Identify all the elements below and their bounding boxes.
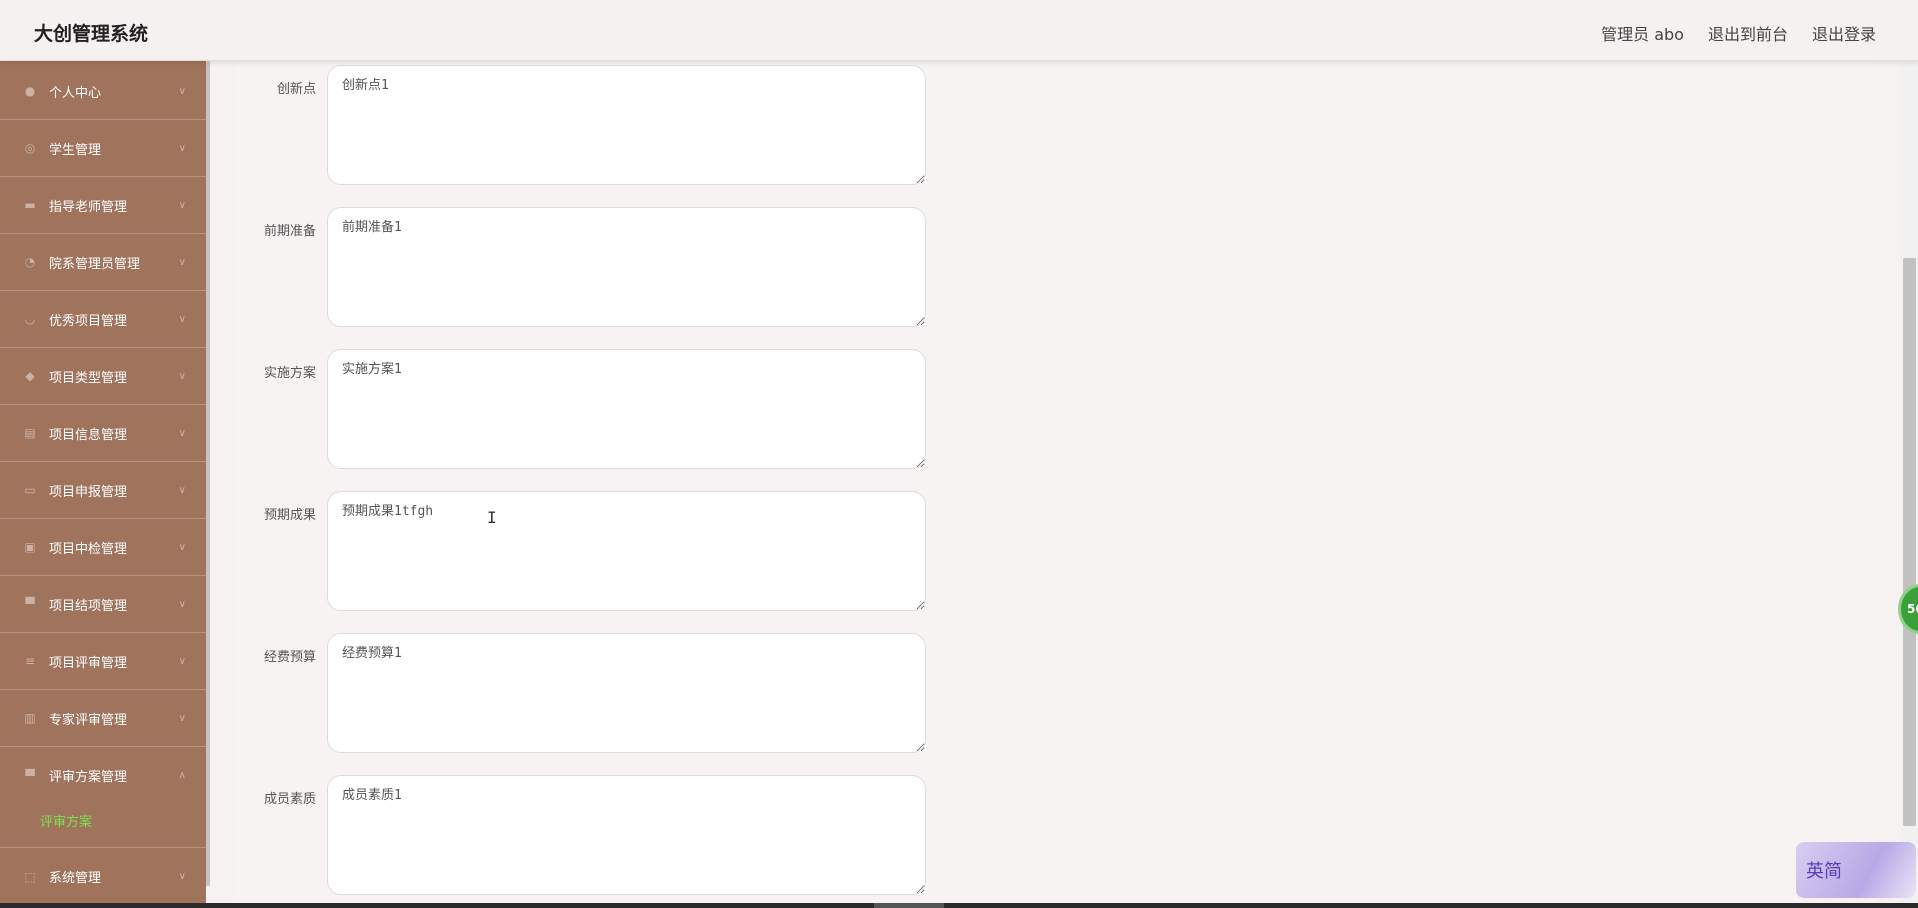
sidebar-item-label: 个人中心 xyxy=(49,85,102,101)
sidebar-item-project-types[interactable]: ◆ 项目类型管理 ∨ xyxy=(0,348,206,405)
briefcase-icon: ▣ xyxy=(24,540,36,554)
clipboard-icon: ▤ xyxy=(24,426,36,440)
chevron-down-icon: ∨ xyxy=(178,85,186,97)
sidebar-item-label: 项目评审管理 xyxy=(49,655,128,671)
field-label: 前期准备 xyxy=(263,224,316,239)
member-quality-textarea[interactable]: 成员素质1 xyxy=(327,775,926,895)
field-label: 实施方案 xyxy=(263,366,316,381)
sidebar-item-label: 院系管理员管理 xyxy=(49,256,141,272)
power-icon: ◡ xyxy=(24,312,36,326)
form-row-innovation: 创新点 创新点1 xyxy=(236,65,936,185)
ime-widget[interactable]: 英简 xyxy=(1796,842,1916,898)
implementation-textarea[interactable]: 实施方案1 xyxy=(327,349,926,469)
chevron-down-icon: ∨ xyxy=(178,712,186,724)
chevron-down-icon: ∨ xyxy=(178,313,186,325)
form-row-budget: 经费预算 经费预算1 xyxy=(236,633,936,753)
monitor-icon: ▀ xyxy=(25,597,35,611)
top-bar: 大创管理系统 管理员 abo 退出到前台 退出登录 xyxy=(0,0,1918,61)
chevron-down-icon: ∨ xyxy=(178,370,186,382)
sidebar-item-label: 评审方案管理 xyxy=(49,770,128,785)
user-icon: ● xyxy=(24,84,36,98)
sidebar-item-dept-admins[interactable]: ◔ 院系管理员管理 ∨ xyxy=(0,234,206,291)
field-label: 创新点 xyxy=(276,82,316,97)
page-scroll-thumb[interactable] xyxy=(1903,258,1916,826)
bottom-strip xyxy=(0,903,1918,908)
field-label: 经费预算 xyxy=(263,650,316,665)
sidebar: ● 个人中心 ∨ ◎ 学生管理 ∨ ▬ 指导老师管理 ∨ ◔ 院系管理员管理 ∨… xyxy=(0,61,206,903)
exit-to-front-link[interactable]: 退出到前台 xyxy=(1708,21,1788,45)
logout-link[interactable]: 退出登录 xyxy=(1812,21,1876,45)
teacher-icon: ▬ xyxy=(24,198,36,212)
chevron-down-icon: ∨ xyxy=(178,484,186,496)
sidebar-item-students[interactable]: ◎ 学生管理 ∨ xyxy=(0,120,206,177)
innovation-textarea[interactable]: 创新点1 xyxy=(327,65,926,185)
sidebar-item-teachers[interactable]: ▬ 指导老师管理 ∨ xyxy=(0,177,206,234)
sidebar-item-label: 项目中检管理 xyxy=(49,541,128,557)
sidebar-item-expert-review[interactable]: ▥ 专家评审管理 ∨ xyxy=(0,690,206,747)
chevron-down-icon: ∨ xyxy=(178,142,186,154)
app-title: 大创管理系统 xyxy=(34,23,149,45)
sidebar-item-project-info[interactable]: ▤ 项目信息管理 ∨ xyxy=(0,405,206,462)
submenu-item-label: 评审方案 xyxy=(40,815,93,830)
message-icon: ▭ xyxy=(24,483,36,497)
list-icon: ≡ xyxy=(24,654,36,668)
sidebar-item-label: 项目类型管理 xyxy=(49,370,128,386)
sidebar-item-label: 系统管理 xyxy=(49,871,102,886)
admin-user-label: 管理员 abo xyxy=(1601,25,1684,44)
chevron-down-icon: ∨ xyxy=(178,655,186,667)
sidebar-item-system[interactable]: ⬚ 系统管理 ∨ xyxy=(0,848,206,905)
sidebar-item-project-apply[interactable]: ▭ 项目申报管理 ∨ xyxy=(0,462,206,519)
sidebar-scrollbar[interactable] xyxy=(206,61,210,886)
expected-results-textarea[interactable]: 预期成果1tfgh xyxy=(327,491,926,611)
form-row-implementation: 实施方案 实施方案1 xyxy=(236,349,936,469)
form-row-preparation: 前期准备 前期准备1 xyxy=(236,207,936,327)
sidebar-item-label: 优秀项目管理 xyxy=(49,313,128,329)
bar-chart-icon: ▥ xyxy=(24,711,36,725)
sidebar-item-label: 项目信息管理 xyxy=(49,427,128,443)
sidebar-item-midterm-check[interactable]: ▣ 项目中检管理 ∨ xyxy=(0,519,206,576)
sidebar-item-project-review[interactable]: ≡ 项目评审管理 ∨ xyxy=(0,633,206,690)
field-label: 预期成果 xyxy=(263,508,316,523)
form-row-member-quality: 成员素质 成员素质1 xyxy=(236,775,936,895)
chevron-up-icon: ∧ xyxy=(178,770,186,781)
field-label: 成员素质 xyxy=(263,792,316,807)
chevron-down-icon: ∨ xyxy=(178,256,186,268)
chevron-down-icon: ∨ xyxy=(178,199,186,211)
student-icon: ◎ xyxy=(24,141,36,155)
chevron-down-icon: ∨ xyxy=(178,598,186,610)
desktop-icon: ▀ xyxy=(25,768,35,783)
sidebar-item-excellent-projects[interactable]: ◡ 优秀项目管理 ∨ xyxy=(0,291,206,348)
settings-icon: ⬚ xyxy=(24,869,36,884)
shield-icon: ◆ xyxy=(25,369,35,383)
sidebar-item-label: 项目结项管理 xyxy=(49,598,128,614)
form-row-expected-results: 预期成果 预期成果1tfgh xyxy=(236,491,936,611)
chevron-down-icon: ∨ xyxy=(178,871,186,882)
preparation-textarea[interactable]: 前期准备1 xyxy=(327,207,926,327)
sidebar-item-project-closing[interactable]: ▀ 项目结项管理 ∨ xyxy=(0,576,206,633)
budget-textarea[interactable]: 经费预算1 xyxy=(327,633,926,753)
compass-icon: ◔ xyxy=(24,255,36,269)
sidebar-item-personal-center[interactable]: ● 个人中心 ∨ xyxy=(0,63,206,120)
text-cursor-icon: I xyxy=(487,508,497,527)
chevron-down-icon: ∨ xyxy=(178,427,186,439)
sidebar-item-label: 专家评审管理 xyxy=(49,712,128,728)
submenu-item-review-plan[interactable]: 评审方案 xyxy=(0,794,206,848)
top-nav: 管理员 abo 退出到前台 退出登录 xyxy=(1601,21,1876,45)
sidebar-item-label: 学生管理 xyxy=(49,142,102,158)
bottom-strip-segment xyxy=(874,903,944,908)
sidebar-item-label: 项目申报管理 xyxy=(49,484,128,500)
chevron-down-icon: ∨ xyxy=(178,541,186,553)
sidebar-item-label: 指导老师管理 xyxy=(49,199,128,215)
